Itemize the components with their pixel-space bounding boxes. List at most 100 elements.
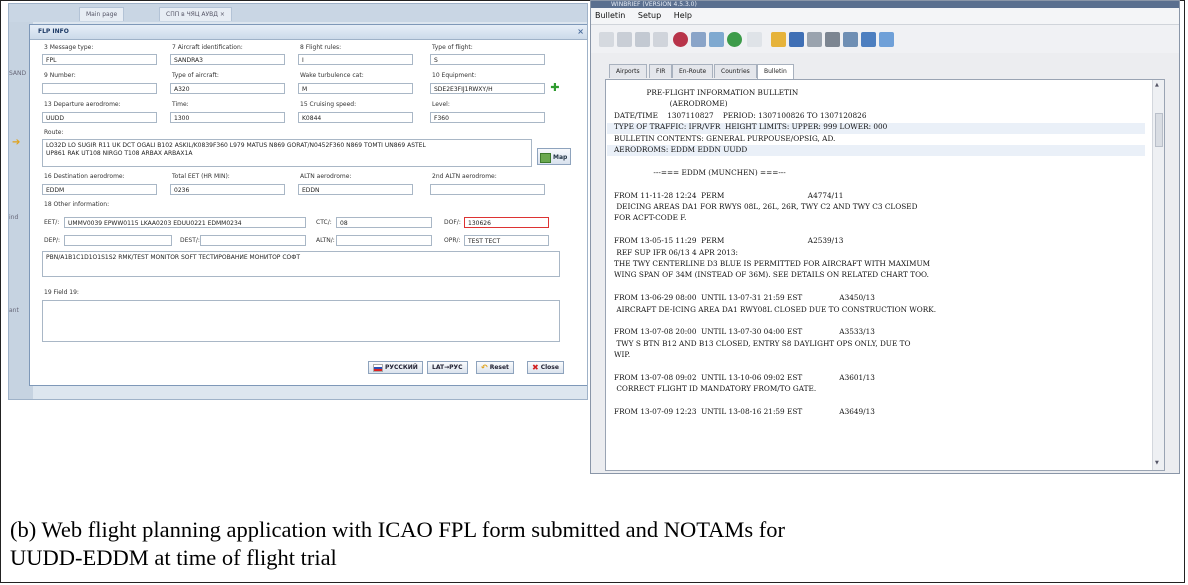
cut-icon[interactable] [691,32,706,47]
route-line: LO32D LO SUGIR R11 UK DCT OGALI B102 ASK… [46,142,426,149]
label-flight-rules: 8 Flight rules: [300,44,342,51]
bulletin-line: DEICING AREAS DA1 FOR RWYS 08L, 26L, 26R… [614,202,918,211]
bulletin-line: FROM 13-06-29 08:00 UNTIL 13-07-31 21:59… [614,293,875,303]
reset-button[interactable]: ↶ Reset [476,361,514,374]
tab-en-route[interactable]: En-Route [672,64,714,78]
equipment-field[interactable]: SDE2E3FIJ1RWXY/H [430,83,545,94]
tab-airports[interactable]: Airports [609,64,647,78]
level-field[interactable]: F360 [430,112,545,123]
save-icon[interactable] [635,32,650,47]
flight-rules-field[interactable]: I [298,54,413,65]
bulletin-line: WING SPAN OF 34M (INSTEAD OF 36M). SEE D… [614,270,929,280]
field-19-area[interactable] [42,300,560,342]
bulletin-line: WIP. [614,350,631,360]
dialog-title-text: FLP INFO [38,28,69,35]
copy-icon[interactable] [653,32,668,47]
time-field[interactable]: 1300 [170,112,285,123]
destination-aerodrome-field[interactable]: EDDM [42,184,157,195]
menu-bulletin[interactable]: Bulletin [595,11,625,20]
globe-icon[interactable] [727,32,742,47]
scroll-down-icon[interactable]: ▼ [1155,460,1159,466]
add-icon[interactable]: ✚ [550,82,560,93]
delete-icon[interactable] [825,32,840,47]
opr-field[interactable]: TEST TECT [464,235,549,246]
label-type-of-aircraft: Type of aircraft: [172,72,219,79]
tab-countries[interactable]: Countries [714,64,757,78]
type-of-aircraft-field[interactable]: A320 [170,83,285,94]
label-ctc: CTC/: [316,219,332,226]
number-field[interactable] [42,83,157,94]
arrow-icon: ➔ [12,137,21,148]
message-type-field[interactable]: FPL [42,54,157,65]
aircraft-id-field[interactable]: SANDRA3 [170,54,285,65]
menu-help[interactable]: Help [674,11,692,20]
bulletin-line: PRE-FLIGHT INFORMATION BULLETIN [614,88,799,97]
ctc-field[interactable]: 08 [336,217,432,228]
label-total-eet: Total EET (HR MIN): [172,173,230,180]
flight-planning-app: Main page СПП в ЧЯЦ АУВД × SAND ind ant … [8,3,588,400]
bulletin-line: FROM 13-07-08 20:00 UNTIL 13-07-30 04:00… [614,327,875,337]
tools-icon[interactable] [843,32,858,47]
second-altn-aerodrome-field[interactable] [430,184,545,195]
bulletin-line: TYPE OF TRAFFIC: IFR/VFR HEIGHT LIMITS: … [614,122,888,132]
russian-button[interactable]: РУССКИЙ [368,361,423,374]
bulletin-line: AERODROMS: EDDM EDDN UUDD [614,145,748,154]
altn-aerodrome-field[interactable]: EDDN [298,184,413,195]
export-icon[interactable] [861,32,876,47]
bulletin-line: FROM 13-07-09 12:23 UNTIL 13-08-16 21:59… [614,407,875,417]
cruising-speed-field[interactable]: K0844 [298,112,413,123]
bulletin-line: (AERODROME) [614,99,728,109]
page-icon[interactable] [747,32,762,47]
tab-bulletin[interactable]: Bulletin [757,64,794,79]
total-eet-field[interactable]: 0236 [170,184,285,195]
eet-field[interactable]: UMMV0039 EPWW0115 LKAA0203 EDUU0221 EDMM… [64,217,306,228]
bulletin-line: CORRECT FLIGHT ID MANDATORY FROM/TO GATE… [614,384,817,394]
bulletin-line: FROM 13-07-08 09:02 UNTIL 13-10-06 09:02… [614,373,875,382]
label-time: Time: [172,101,189,108]
dep-field[interactable] [64,235,172,246]
label-equipment: 10 Equipment: [432,72,477,79]
open-icon[interactable] [617,32,632,47]
other-information-field[interactable]: PBN/A1B1C1D1O1S1S2 RMK/TEST MONITOR SOFT… [42,251,560,277]
print-icon[interactable] [807,32,822,47]
altn-field[interactable] [336,235,432,246]
label-eet: EET/: [44,219,60,226]
label-level: Level: [432,101,450,108]
lat-rus-button[interactable]: LAT→РУС [427,361,468,374]
disk-icon[interactable] [789,32,804,47]
bulletin-line: DATE/TIME 1307110827 PERIOD: 1307100826 … [614,110,867,120]
tab-fpl-center[interactable]: СПП в ЧЯЦ АУВД × [159,7,232,21]
sidebar-text: ant [9,307,19,314]
filter-icon[interactable] [709,32,724,47]
label-destination-aerodrome: 16 Destination aerodrome: [44,173,125,180]
route-line: UP861 RAK UT108 NIRGO T108 ARBAX ARBAX1A [46,150,193,157]
scroll-up-icon[interactable]: ▲ [1155,82,1159,88]
vertical-scrollbar[interactable]: ▲ ▼ [1152,80,1164,470]
close-icon[interactable]: × [577,25,584,39]
caption-line: (b) Web flight planning application with… [10,517,786,542]
close-button-label: Close [540,364,559,371]
label-dof: DOF/: [444,219,461,226]
bulletin-line: FROM 13-05-15 11:29 PERM A2539/13 [614,236,844,246]
bulletin-window: WINBRIEF (VERSION 4.5.3.0) Bulletin Setu… [590,0,1180,474]
folder-icon[interactable] [771,32,786,47]
caption-line: UUDD-EDDM at time of flight trial [10,545,337,570]
map-button[interactable]: Map [537,148,572,165]
new-icon[interactable] [599,32,614,47]
type-of-flight-field[interactable]: S [430,54,545,65]
wake-turbulence-field[interactable]: M [298,83,413,94]
monitor-icon[interactable] [879,32,894,47]
map-icon [540,152,551,163]
dest-field[interactable] [200,235,306,246]
bulletin-text-area[interactable]: PRE-FLIGHT INFORMATION BULLETIN (AERODRO… [605,79,1165,471]
route-field[interactable]: LO32D LO SUGIR R11 UK DCT OGALI B102 ASK… [42,139,532,167]
label-type-of-flight: Type of flight: [432,44,473,51]
departure-aerodrome-field[interactable]: UUDD [42,112,157,123]
tab-main-page[interactable]: Main page [79,7,125,21]
flag-icon[interactable] [673,32,688,47]
dof-field[interactable]: 130626 [464,217,549,228]
menu-setup[interactable]: Setup [638,11,661,20]
scrollbar-thumb[interactable] [1155,113,1163,147]
tab-fir[interactable]: FIR [649,64,673,78]
close-button[interactable]: ✖ Close [527,361,564,374]
